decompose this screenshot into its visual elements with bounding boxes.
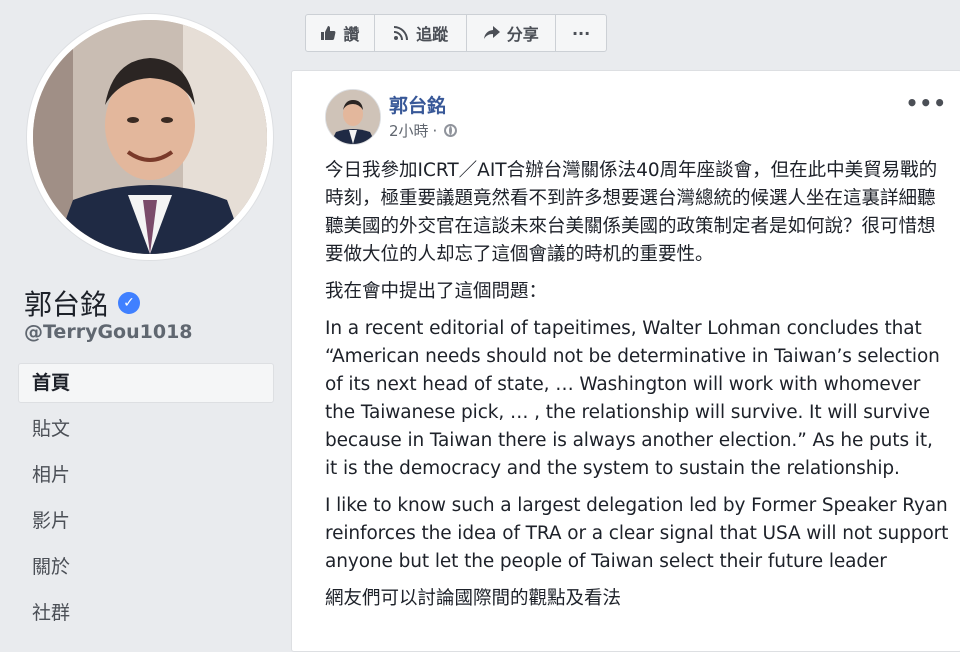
more-dots-icon: ··· xyxy=(571,23,591,43)
profile-handle[interactable]: @TerryGou1018 xyxy=(24,321,193,343)
post-meta: 2小時 · xyxy=(389,120,458,141)
nav-item-photos[interactable]: 相片 xyxy=(18,455,274,495)
post-paragraph: I like to know such a largest delegation… xyxy=(325,495,949,572)
page-action-bar: 讚 追蹤 分享 ··· xyxy=(305,14,607,52)
follow-label: 追蹤 xyxy=(416,25,449,44)
profile-name-text[interactable]: 郭台銘 xyxy=(24,283,108,323)
share-arrow-icon xyxy=(483,26,500,39)
post-card: 郭台銘 2小時 · ••• 今日我參加ICRT／AIT合辦台灣關係法40周年座談… xyxy=(291,70,960,652)
post-body: 今日我參加ICRT／AIT合辦台灣關係法40周年座談會，但在此中美貿易戰的時刻，… xyxy=(325,157,950,622)
post-paragraph: 今日我參加ICRT／AIT合辦台灣關係法40周年座談會，但在此中美貿易戰的時刻，… xyxy=(325,160,938,265)
profile-name[interactable]: 郭台銘 ✓ xyxy=(24,283,141,323)
page-nav: 首頁 貼文 相片 影片 關於 社群 xyxy=(18,363,274,639)
share-label: 分享 xyxy=(506,25,539,44)
verified-check-icon: ✓ xyxy=(118,292,141,314)
post-author-name[interactable]: 郭台銘 xyxy=(389,91,446,118)
like-button[interactable]: 讚 xyxy=(306,15,375,51)
profile-photo xyxy=(33,20,267,254)
post-paragraph: 我在會中提出了這個問題： xyxy=(325,281,548,302)
nav-item-videos[interactable]: 影片 xyxy=(18,501,274,541)
share-button[interactable]: 分享 xyxy=(467,15,557,51)
profile-avatar[interactable] xyxy=(27,14,273,260)
profile-sidebar: 郭台銘 ✓ @TerryGou1018 首頁 貼文 相片 影片 關於 社群 xyxy=(0,0,292,634)
like-label: 讚 xyxy=(343,25,360,44)
nav-item-about[interactable]: 關於 xyxy=(18,547,274,587)
meta-separator: · xyxy=(432,121,438,140)
post-paragraph: 網友們可以討論國際間的觀點及看法 xyxy=(325,588,622,609)
nav-item-posts[interactable]: 貼文 xyxy=(18,409,274,449)
rss-icon xyxy=(394,26,409,40)
thumbs-up-icon xyxy=(321,26,336,40)
post-author-avatar[interactable] xyxy=(325,89,381,145)
nav-item-home[interactable]: 首頁 xyxy=(18,363,274,403)
globe-icon[interactable] xyxy=(444,124,458,137)
nav-item-community[interactable]: 社群 xyxy=(18,593,274,633)
post-menu-icon[interactable]: ••• xyxy=(906,91,947,115)
post-timestamp[interactable]: 2小時 xyxy=(389,120,429,141)
more-actions-button[interactable]: ··· xyxy=(556,15,606,51)
post-paragraph: In a recent editorial of tapeitimes, Wal… xyxy=(325,318,940,479)
follow-button[interactable]: 追蹤 xyxy=(375,15,468,51)
